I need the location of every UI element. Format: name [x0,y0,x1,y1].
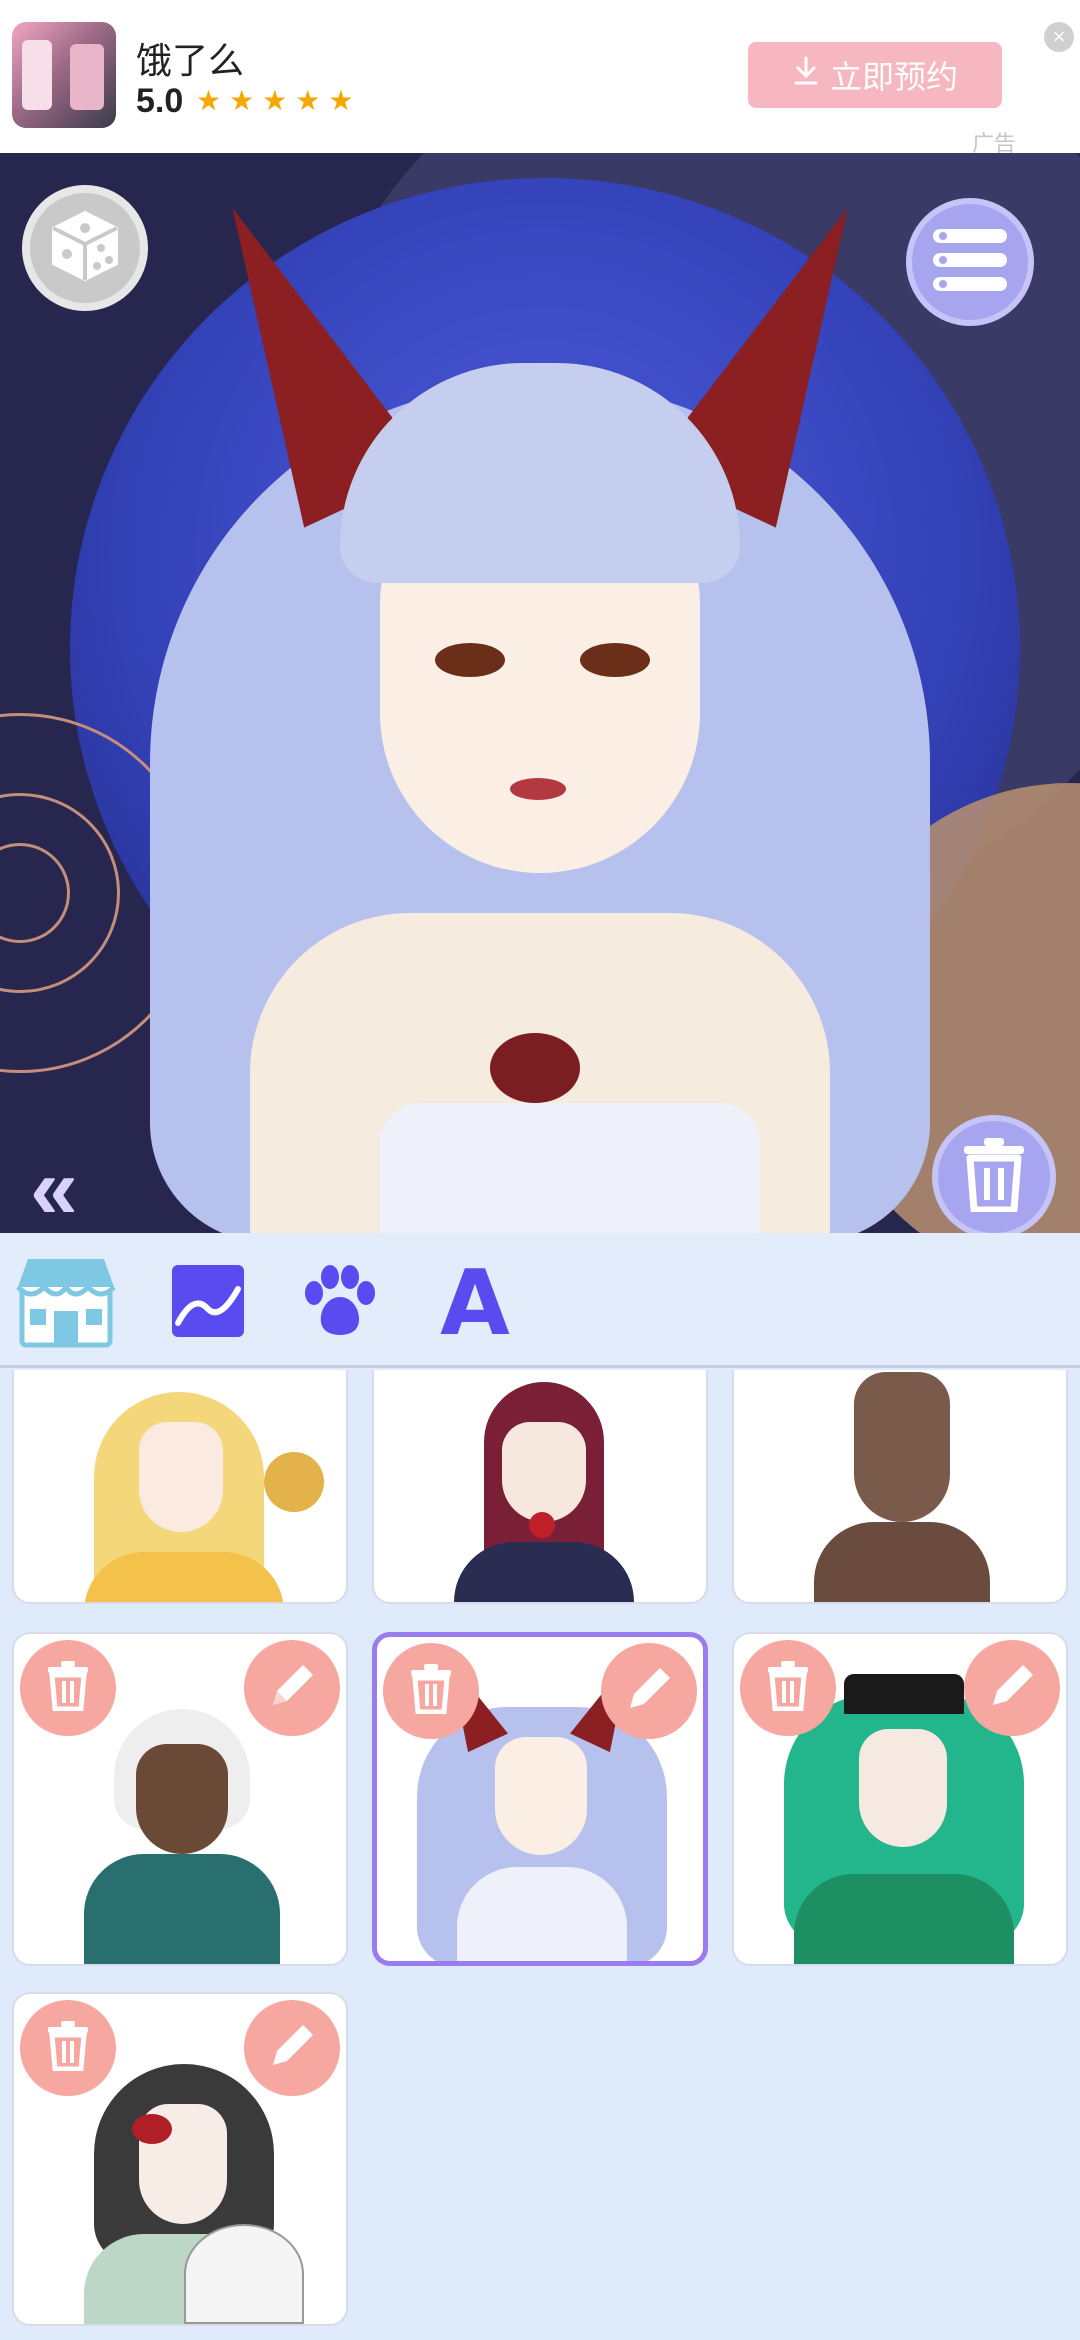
paw-icon [300,1264,380,1342]
character-card-selected[interactable] [372,1632,708,1966]
delete-card-button[interactable] [383,1643,479,1739]
text-icon: A [440,1250,510,1356]
edit-card-button[interactable] [964,1640,1060,1736]
download-icon [792,56,820,94]
character-thumbnail [14,1370,346,1602]
pencil-icon [265,2019,319,2078]
character-card[interactable] [12,1632,348,1966]
delete-card-button[interactable] [740,1640,836,1736]
tab-scene[interactable] [158,1253,258,1353]
edit-card-button[interactable] [244,2000,340,2096]
character-preview [0,153,1080,1233]
randomize-button[interactable] [22,185,148,311]
collapse-arrows-button[interactable]: « [30,1140,78,1239]
character-card[interactable] [12,1992,348,2326]
character-eye-left [435,643,505,677]
ad-thumbnail[interactable] [12,22,116,128]
character-illustration [0,153,1080,1233]
ad-banner[interactable]: 饿了么 5.0 ★★★★★ 立即预约 × 广告 [0,0,1080,156]
delete-character-button[interactable] [932,1115,1056,1239]
dice-icon [45,206,125,291]
trash-icon [46,2020,90,2076]
ad-cta-label: 立即预约 [829,59,958,95]
scene-icon [170,1263,246,1344]
category-tab-bar: A [0,1233,1080,1368]
delete-card-button[interactable] [20,1640,116,1736]
ad-stars: ★★★★★ [196,85,362,116]
saved-characters-grid [0,1370,1080,2340]
character-eye-right [580,643,650,677]
edit-card-button[interactable] [244,1640,340,1736]
delete-card-button[interactable] [20,2000,116,2096]
ad-app-name: 饿了么 [136,40,245,81]
ad-close-button[interactable]: × [1044,22,1074,52]
ad-cta-button[interactable]: 立即预约 [748,42,1002,108]
rose-tattoo [490,1033,580,1103]
shop-icon [14,1253,118,1354]
character-thumbnail [374,1370,706,1602]
pencil-icon [985,1659,1039,1718]
tab-shop[interactable] [16,1253,116,1353]
trash-icon [962,1137,1026,1217]
list-icon [931,227,1009,298]
menu-button[interactable] [906,198,1034,326]
character-bangs [340,363,740,583]
character-card[interactable] [732,1370,1068,1604]
character-card[interactable] [372,1370,708,1604]
trash-icon [46,1660,90,1716]
trash-icon [409,1663,453,1719]
character-card[interactable] [12,1370,348,1604]
character-lips [510,778,566,800]
ad-rating: 5.0 [136,82,184,120]
character-thumbnail [734,1370,1066,1602]
pencil-icon [622,1662,676,1721]
edit-card-button[interactable] [601,1643,697,1739]
character-card[interactable] [732,1632,1068,1966]
trash-icon [766,1660,810,1716]
tab-text[interactable]: A [425,1250,525,1356]
character-dress [380,1103,760,1233]
pencil-icon [265,1659,319,1718]
tab-pet[interactable] [290,1253,390,1353]
